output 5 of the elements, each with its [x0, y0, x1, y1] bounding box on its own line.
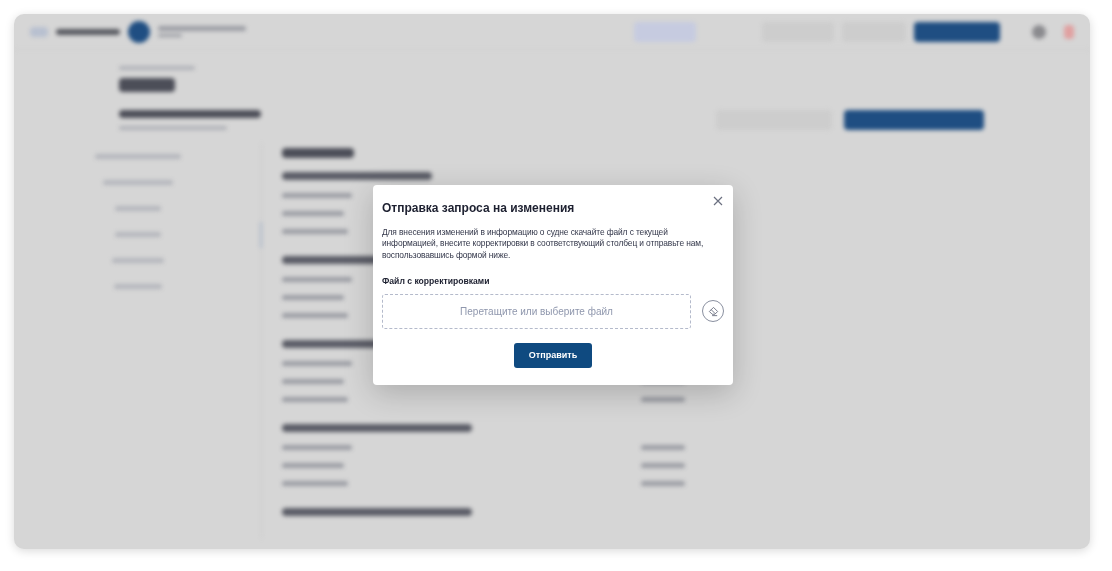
close-icon[interactable]	[712, 195, 724, 207]
submit-button[interactable]: Отправить	[514, 342, 592, 368]
dialog-title: Отправка запроса на изменения	[382, 201, 576, 215]
field-label: Файл с корректировками	[382, 275, 491, 287]
dialog-description: Для внесения изменений в информацию о судне скачайте файл с текущей информацией, внесите корректировки в соответствующий столбец и отправьте нам, воспользовавшись формой ниже.	[382, 227, 705, 261]
